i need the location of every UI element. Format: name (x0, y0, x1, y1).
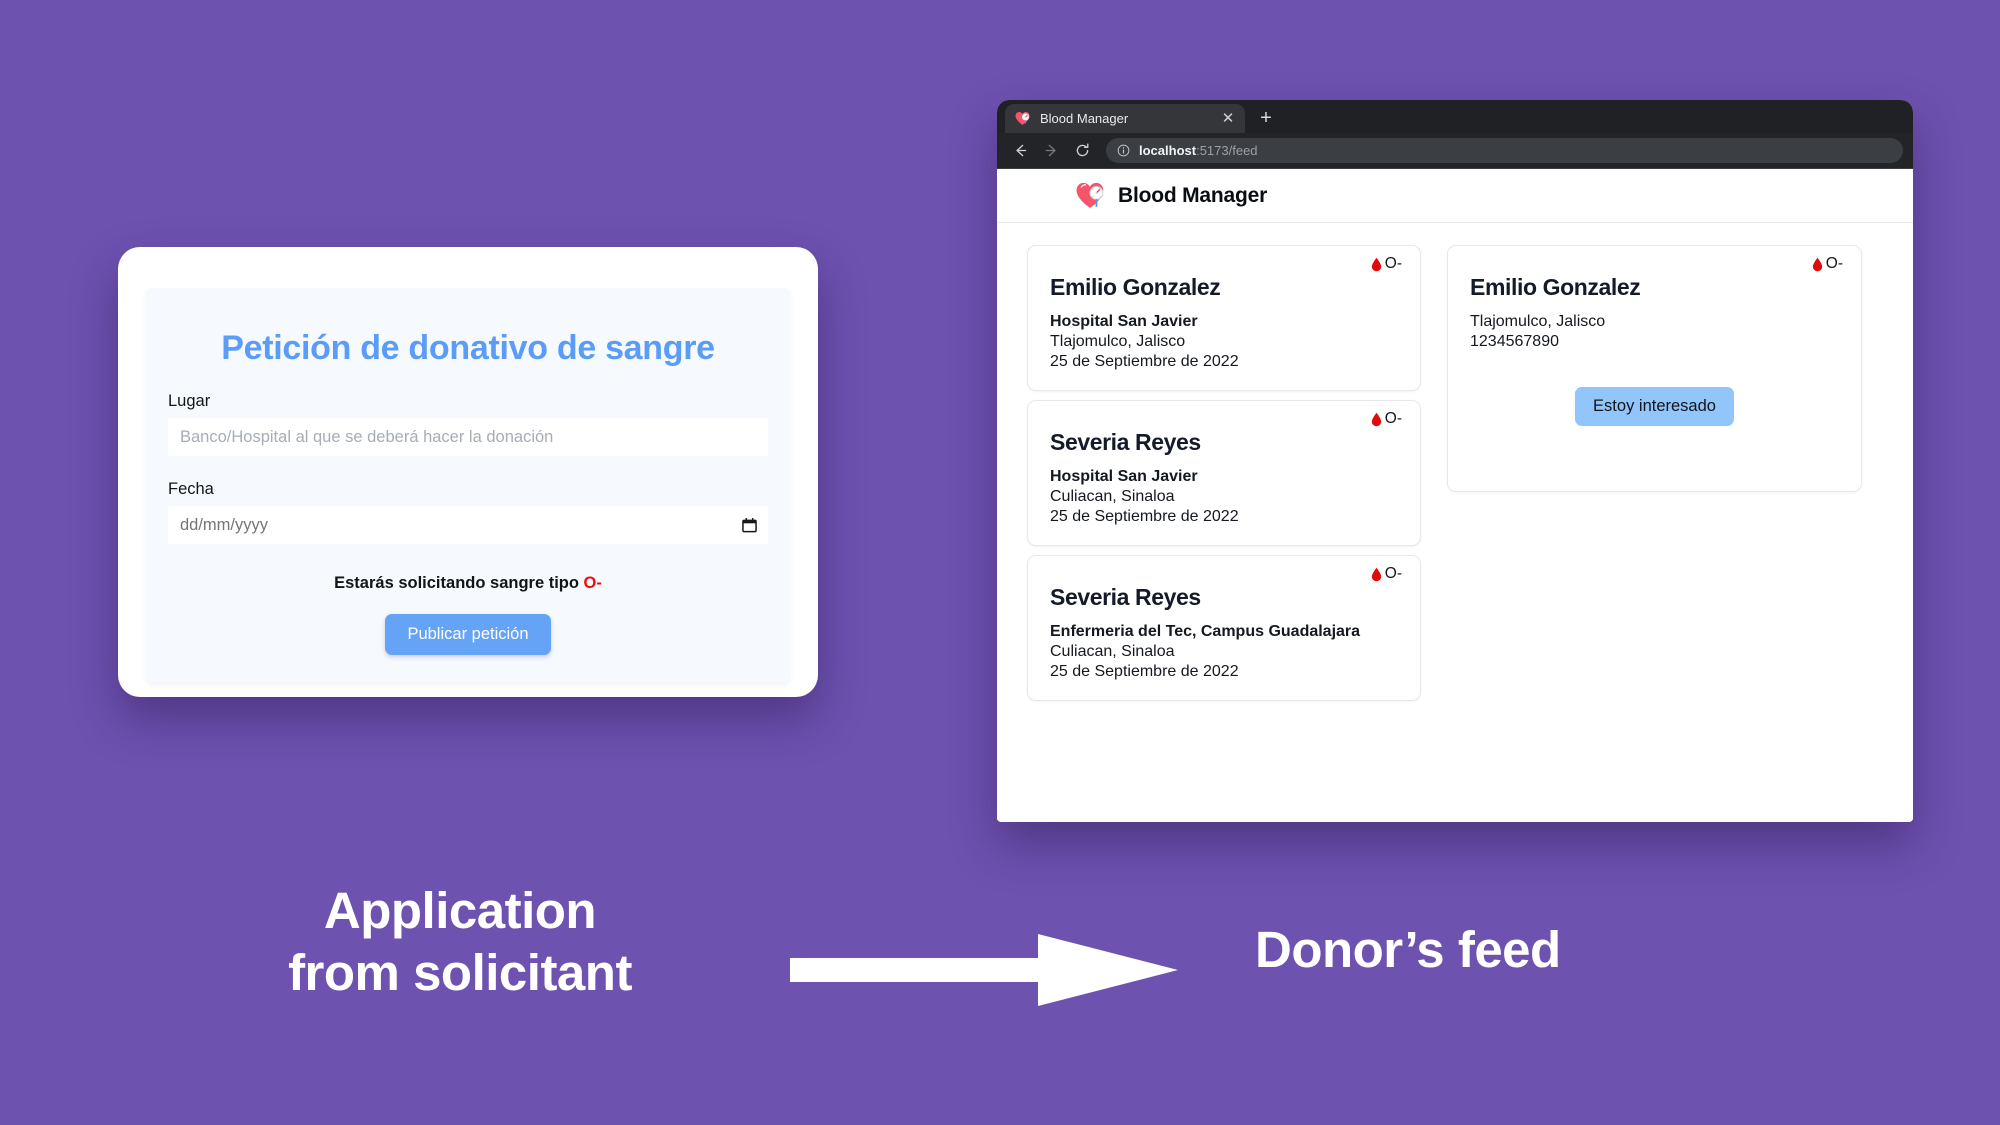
heart-gauge-logo (1074, 179, 1108, 213)
request-card[interactable]: O- Severia Reyes Enfermeria del Tec, Cam… (1027, 555, 1421, 701)
forward-arrow-icon[interactable] (1038, 138, 1064, 164)
request-place: Enfermeria del Tec, Campus Guadalajara (1050, 623, 1361, 640)
application-form-panel: Petición de donativo de sangre Lugar Fec… (146, 288, 790, 682)
request-place: Hospital San Javier (1050, 313, 1198, 330)
blood-type-text: O- (1384, 410, 1402, 427)
donor-card[interactable]: O- Emilio Gonzalez Tlajomulco, Jalisco 1… (1447, 245, 1862, 492)
blood-type-badge: O- (1371, 410, 1402, 428)
browser-window: Blood Manager ✕ + localhost:5173/feed Bl… (997, 100, 1913, 822)
requester-name: Emilio Gonzalez (1050, 274, 1221, 300)
browser-toolbar: localhost:5173/feed (997, 133, 1913, 169)
place-field-label: Lugar (168, 392, 211, 410)
blood-type-text: O- (1825, 255, 1843, 272)
caption-left-line1: Application (323, 882, 597, 939)
request-city: Tlajomulco, Jalisco (1050, 333, 1186, 350)
place-input[interactable] (168, 418, 768, 456)
blood-type-badge: O- (1812, 255, 1843, 273)
calendar-icon[interactable] (742, 518, 757, 533)
address-bar-url: localhost:5173/feed (1139, 143, 1258, 158)
request-card[interactable]: O- Severia Reyes Hospital San Javier Cul… (1027, 400, 1421, 546)
caption-left: Application from solicitant (250, 880, 670, 1004)
application-form-card: Petición de donativo de sangre Lugar Fec… (118, 247, 818, 697)
request-place: Hospital San Javier (1050, 468, 1198, 485)
request-date: 25 de Septiembre de 2022 (1050, 353, 1239, 370)
request-card[interactable]: O- Emilio Gonzalez Hospital San Javier T… (1027, 245, 1421, 391)
donor-city: Tlajomulco, Jalisco (1470, 313, 1606, 330)
interested-button[interactable]: Estoy interesado (1575, 387, 1734, 426)
requester-name: Severia Reyes (1050, 584, 1201, 610)
form-title: Petición de donativo de sangre (221, 329, 715, 367)
request-city: Culiacan, Sinaloa (1050, 488, 1175, 505)
app-header: Blood Manager (997, 169, 1913, 223)
request-date: 25 de Septiembre de 2022 (1050, 508, 1239, 525)
request-date: 25 de Septiembre de 2022 (1050, 663, 1239, 680)
heart-gauge-favicon (1014, 110, 1031, 127)
date-field-label: Fecha (168, 480, 214, 498)
donor-phone: 1234567890 (1470, 333, 1559, 350)
blood-type-note-prefix: Estarás solicitando sangre tipo (334, 574, 584, 592)
date-input[interactable] (168, 506, 768, 544)
blood-type-note: Estarás solicitando sangre tipo O- (168, 574, 768, 593)
url-path: :5173/feed (1196, 143, 1258, 158)
blood-type-text: O- (1384, 565, 1402, 582)
requester-name: Severia Reyes (1050, 429, 1201, 455)
date-input-wrapper[interactable] (168, 506, 768, 544)
donor-column: O- Emilio Gonzalez Tlajomulco, Jalisco 1… (1447, 245, 1862, 501)
brand-name: Blood Manager (1118, 183, 1268, 207)
publish-button-wrap: Publicar petición (168, 614, 768, 655)
publish-request-button[interactable]: Publicar petición (385, 614, 551, 655)
blood-type-text: O- (1384, 255, 1402, 272)
caption-right: Donor’s feed (1255, 921, 1561, 978)
feed-container: O- Emilio Gonzalez Hospital San Javier T… (997, 223, 1913, 821)
request-city: Culiacan, Sinaloa (1050, 643, 1175, 660)
donor-name: Emilio Gonzalez (1470, 274, 1641, 300)
new-tab-button[interactable]: + (1255, 108, 1277, 128)
url-host: localhost (1139, 143, 1197, 158)
browser-tab-strip: Blood Manager ✕ + (997, 100, 1913, 133)
blood-type-value: O- (583, 574, 602, 592)
reload-icon[interactable] (1069, 138, 1095, 164)
blood-type-badge: O- (1371, 565, 1402, 583)
interested-button-wrap: Estoy interesado (1470, 387, 1839, 426)
browser-tab-title: Blood Manager (1040, 111, 1129, 126)
back-arrow-icon[interactable] (1007, 138, 1033, 164)
browser-tab[interactable]: Blood Manager ✕ (1005, 104, 1245, 133)
requests-column: O- Emilio Gonzalez Hospital San Javier T… (1027, 245, 1421, 710)
address-bar[interactable]: localhost:5173/feed (1106, 138, 1903, 163)
blood-type-badge: O- (1371, 255, 1402, 273)
site-info-icon[interactable] (1117, 144, 1130, 157)
close-icon[interactable]: ✕ (1220, 111, 1236, 126)
right-arrow-icon (790, 934, 1178, 1006)
caption-left-line2: from solicitant (288, 944, 632, 1002)
